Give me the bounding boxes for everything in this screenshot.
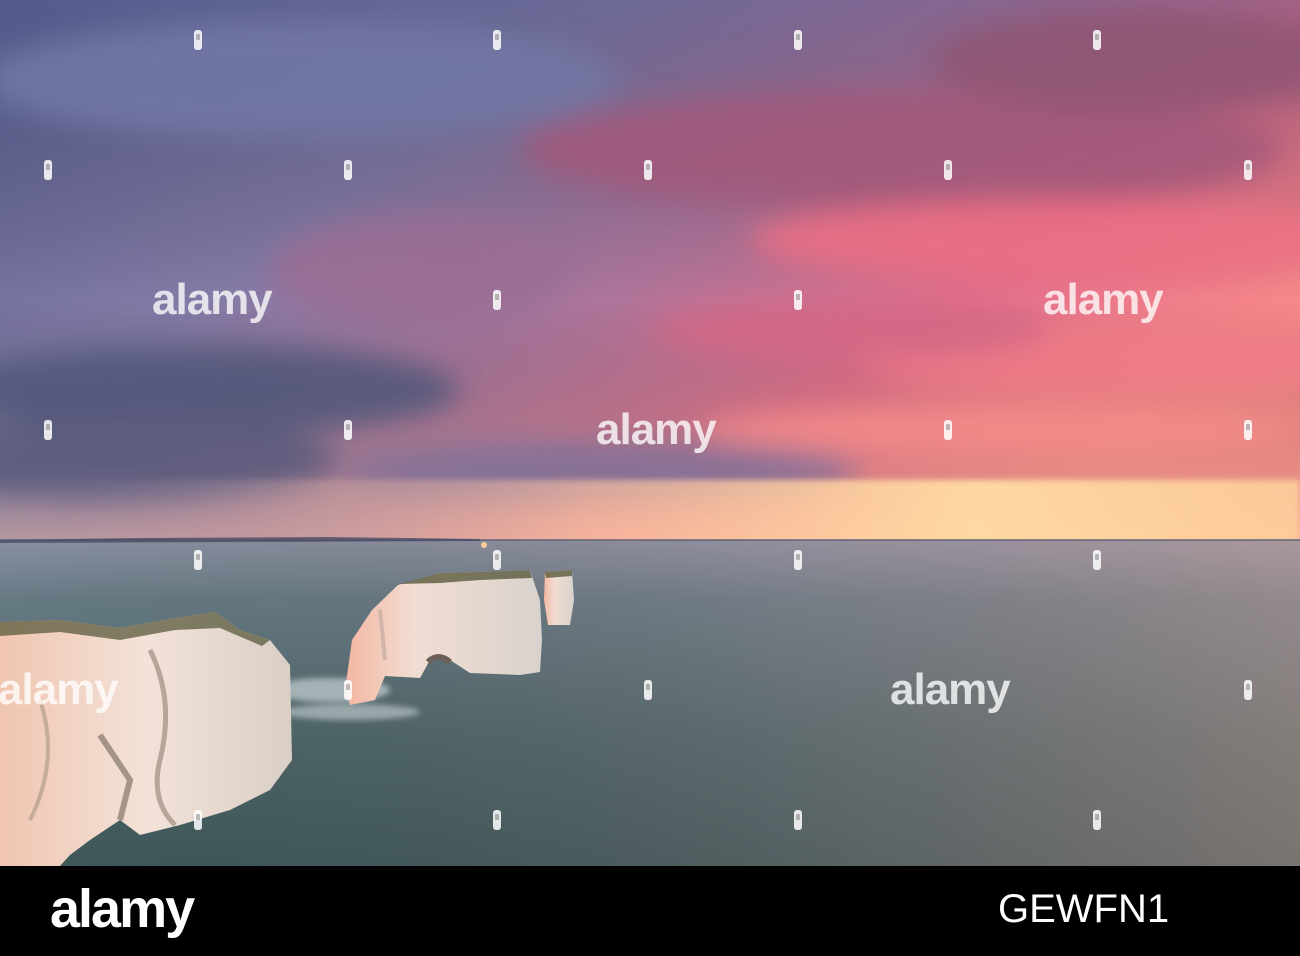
watermark-pip: [44, 420, 52, 440]
watermark-pip: [44, 160, 52, 180]
watermark-pip: [1093, 30, 1101, 50]
watermark-pip: [194, 810, 202, 830]
watermark-pip: [1093, 810, 1101, 830]
image-id: GEWFN1: [998, 887, 1170, 931]
watermark-pip: [644, 160, 652, 180]
watermark-logo: alamy: [1043, 275, 1164, 324]
watermark-logo: alamy: [890, 665, 1011, 714]
watermark-pip: [1244, 680, 1252, 700]
watermark-pip: [344, 680, 352, 700]
alamy-logo: alamy: [50, 879, 195, 939]
watermark-pip: [1244, 420, 1252, 440]
watermark-pip: [493, 550, 501, 570]
watermark-pip: [344, 420, 352, 440]
watermark-pip: [493, 290, 501, 310]
watermark-pip: [493, 810, 501, 830]
watermark-logo: alamy: [596, 405, 717, 454]
watermark-pip: [794, 290, 802, 310]
page: alamy alamy alamy alamy alamy alamy GEWF…: [0, 0, 1300, 956]
watermark-pip: [344, 160, 352, 180]
watermark-pip: [493, 30, 501, 50]
watermark-pip: [1244, 160, 1252, 180]
watermark-pip: [1093, 550, 1101, 570]
watermark-pip: [944, 420, 952, 440]
watermark-pip: [794, 30, 802, 50]
watermark-pip: [794, 810, 802, 830]
footer-bar: alamy GEWFN1: [0, 866, 1300, 956]
watermark-logo: alamy: [0, 665, 119, 714]
watermark-pip: [194, 550, 202, 570]
watermark-pip: [194, 30, 202, 50]
watermark-pip: [644, 680, 652, 700]
watermark-pip: [794, 550, 802, 570]
watermark-logo: alamy: [152, 275, 273, 324]
seascape-photo: alamy alamy alamy alamy alamy: [0, 0, 1300, 866]
watermark-pip: [944, 160, 952, 180]
